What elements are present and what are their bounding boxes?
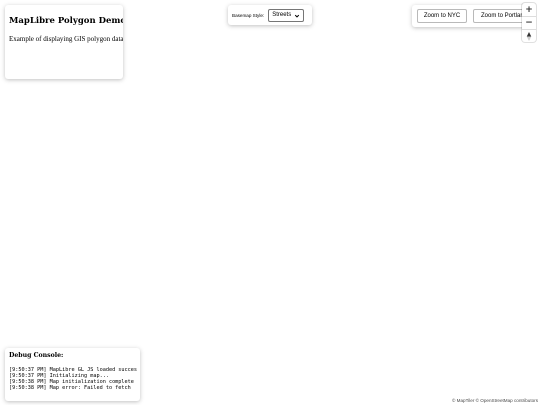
compass-icon	[526, 31, 532, 41]
page-title: MapLibre Polygon Demo	[9, 16, 123, 26]
debug-log: [9:50:37 PM] MapLibre GL JS loaded succe…	[9, 367, 137, 391]
page-description: Example of displaying GIS polygon data	[9, 35, 123, 43]
zoom-buttons-panel: Zoom to NYC Zoom to Portland	[412, 5, 532, 27]
basemap-style-panel: Basemap Style: Streets	[228, 5, 312, 25]
zoom-in-button[interactable]: +	[522, 3, 536, 16]
map-attribution[interactable]: © MapTiler © OpenStreetMap contributors	[451, 398, 538, 403]
reset-bearing-button[interactable]	[522, 29, 536, 42]
debug-console-title: Debug Console:	[9, 352, 64, 359]
zoom-out-button[interactable]: −	[522, 16, 536, 29]
basemap-style-label: Basemap Style:	[232, 12, 265, 18]
basemap-style-select[interactable]: Streets	[268, 8, 305, 22]
chevron-down-icon	[295, 14, 300, 18]
plus-icon: +	[525, 4, 533, 15]
debug-log-line: [9:50:38 PM] Map error: Failed to fetch	[9, 385, 131, 391]
zoom-to-nyc-button[interactable]: Zoom to NYC	[417, 9, 467, 23]
info-panel: MapLibre Polygon Demo Example of display…	[5, 5, 123, 79]
basemap-style-value: Streets	[272, 12, 292, 18]
map-navigation-control: + −	[522, 3, 536, 42]
minus-icon: −	[525, 18, 533, 28]
debug-console: Debug Console: [9:50:37 PM] MapLibre GL …	[5, 348, 140, 401]
